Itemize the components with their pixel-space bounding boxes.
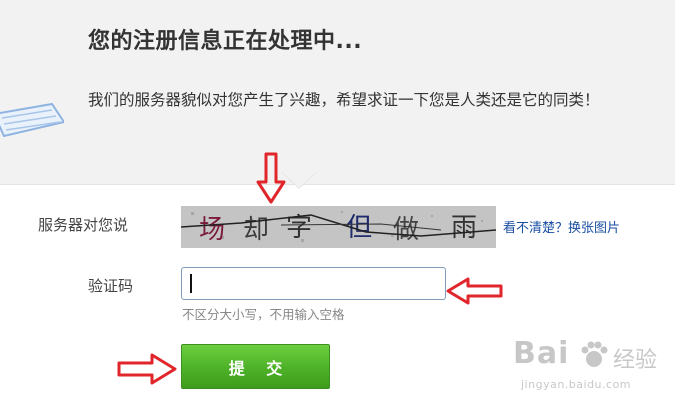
submit-button[interactable]: 提 交 xyxy=(181,344,330,389)
right-arrow-icon xyxy=(117,353,177,385)
paw-icon xyxy=(581,341,608,367)
verification-code-input[interactable] xyxy=(181,267,446,300)
panel-pointer xyxy=(282,172,316,188)
down-arrow-icon xyxy=(256,152,286,204)
captcha-char-6: 雨 xyxy=(451,213,477,243)
captcha-char-4: 但 xyxy=(346,213,372,243)
keyboard-icon xyxy=(0,102,64,138)
verification-code-label: 验证码 xyxy=(88,277,134,295)
page-subtitle: 我们的服务器貌似对您产生了兴趣，希望求证一下您是人类还是它的同类！ xyxy=(88,91,600,109)
captcha-char-1: 场 xyxy=(199,215,225,245)
server-says-label: 服务器对您说 xyxy=(38,216,129,234)
captcha-char-5: 做 xyxy=(393,215,419,245)
watermark-url: jingyan.baidu.com xyxy=(521,378,632,391)
baidu-jingyan-watermark: Bai 经验 jingyan.baidu.com xyxy=(513,336,673,398)
watermark-logo: Bai xyxy=(513,336,570,371)
refresh-captcha-link[interactable]: 看不清楚？换张图片 xyxy=(503,217,620,236)
input-hint: 不区分大小写，不用输入空格 xyxy=(182,307,345,322)
page-title: 您的注册信息正在处理中... xyxy=(88,29,363,54)
text-cursor xyxy=(190,274,192,293)
watermark-jingyan: 经验 xyxy=(613,348,658,373)
captcha-image[interactable]: 场 却 字 但 做 雨 xyxy=(181,206,496,248)
left-arrow-icon xyxy=(446,277,503,305)
